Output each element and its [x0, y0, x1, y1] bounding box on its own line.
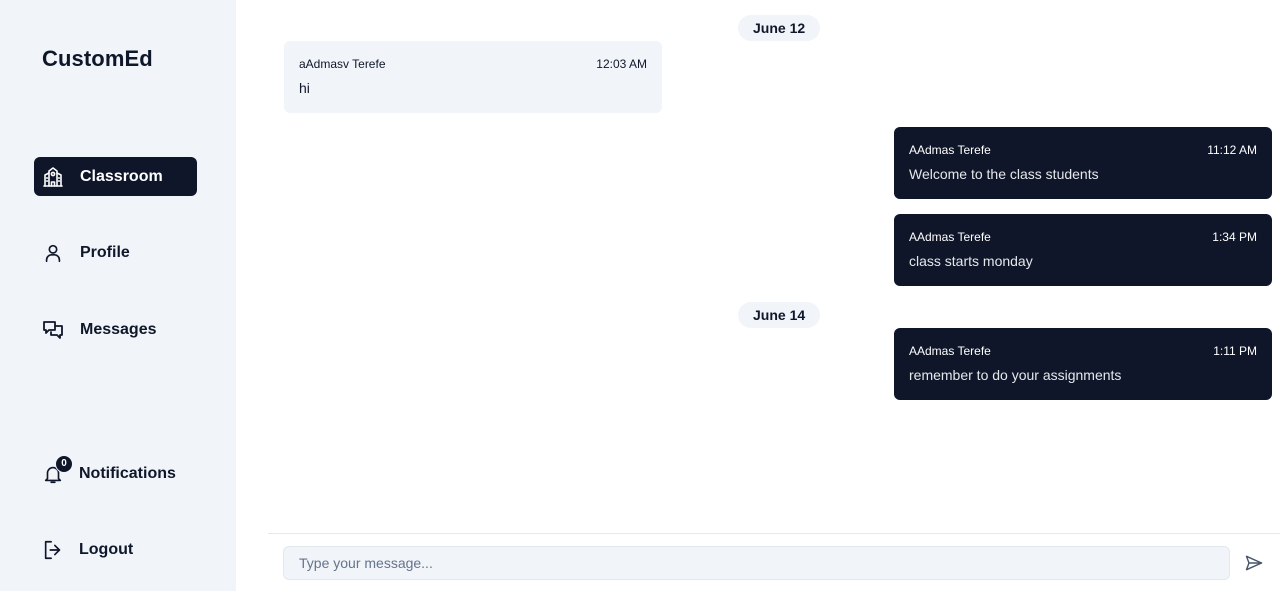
- message-bubble-outgoing: AAdmas Terefe 11:12 AM Welcome to the cl…: [894, 127, 1272, 199]
- message-text: hi: [299, 80, 310, 96]
- bell-icon: 0: [40, 454, 73, 487]
- sidebar-item-label: Messages: [80, 320, 157, 338]
- message-bubble-outgoing: AAdmas Terefe 1:34 PM class starts monda…: [894, 214, 1272, 286]
- notification-count-badge: 0: [55, 454, 73, 473]
- message-sender: AAdmas Terefe: [909, 344, 991, 358]
- message-sender: AAdmas Terefe: [909, 143, 991, 157]
- sidebar-item-profile[interactable]: Profile: [34, 233, 197, 272]
- sidebar-item-label: Classroom: [80, 167, 163, 185]
- message-text: Welcome to the class students: [909, 166, 1099, 182]
- sidebar-item-label: Logout: [79, 540, 134, 558]
- messages-icon: [40, 317, 66, 343]
- message-sender: AAdmas Terefe: [909, 230, 991, 244]
- message-input[interactable]: [283, 546, 1230, 580]
- sidebar-item-label: Notifications: [79, 464, 176, 482]
- sidebar-item-messages[interactable]: Messages: [34, 310, 197, 349]
- sidebar-item-classroom[interactable]: Classroom: [34, 157, 197, 196]
- message-time: 1:34 PM: [1212, 230, 1257, 244]
- date-separator: June 12: [738, 15, 821, 41]
- logout-button[interactable]: Logout: [34, 530, 197, 569]
- date-separator: June 14: [738, 302, 821, 328]
- school-icon: [40, 164, 66, 190]
- message-bubble-incoming: aAdmasv Terefe 12:03 AM hi: [284, 41, 662, 113]
- user-icon: [40, 240, 66, 266]
- brand-logo: CustomEd: [42, 46, 153, 71]
- message-time: 11:12 AM: [1207, 143, 1257, 157]
- send-icon: [1244, 553, 1264, 573]
- message-text: class starts monday: [909, 253, 1033, 269]
- sidebar-item-notifications[interactable]: 0 Notifications: [34, 454, 197, 493]
- send-button[interactable]: [1242, 551, 1266, 575]
- sidebar: CustomEd Classroom Profile Messages 0 No…: [0, 0, 236, 591]
- message-time: 1:11 PM: [1213, 344, 1257, 358]
- composer-divider: [268, 533, 1280, 534]
- message-sender: aAdmasv Terefe: [299, 57, 386, 71]
- message-text: remember to do your assignments: [909, 367, 1122, 383]
- sidebar-item-label: Profile: [80, 243, 130, 261]
- logout-icon: [40, 537, 66, 563]
- message-time: 12:03 AM: [596, 57, 647, 71]
- message-bubble-outgoing: AAdmas Terefe 1:11 PM remember to do you…: [894, 328, 1272, 400]
- chat-panel: June 12 aAdmasv Terefe 12:03 AM hi AAdma…: [236, 0, 1280, 591]
